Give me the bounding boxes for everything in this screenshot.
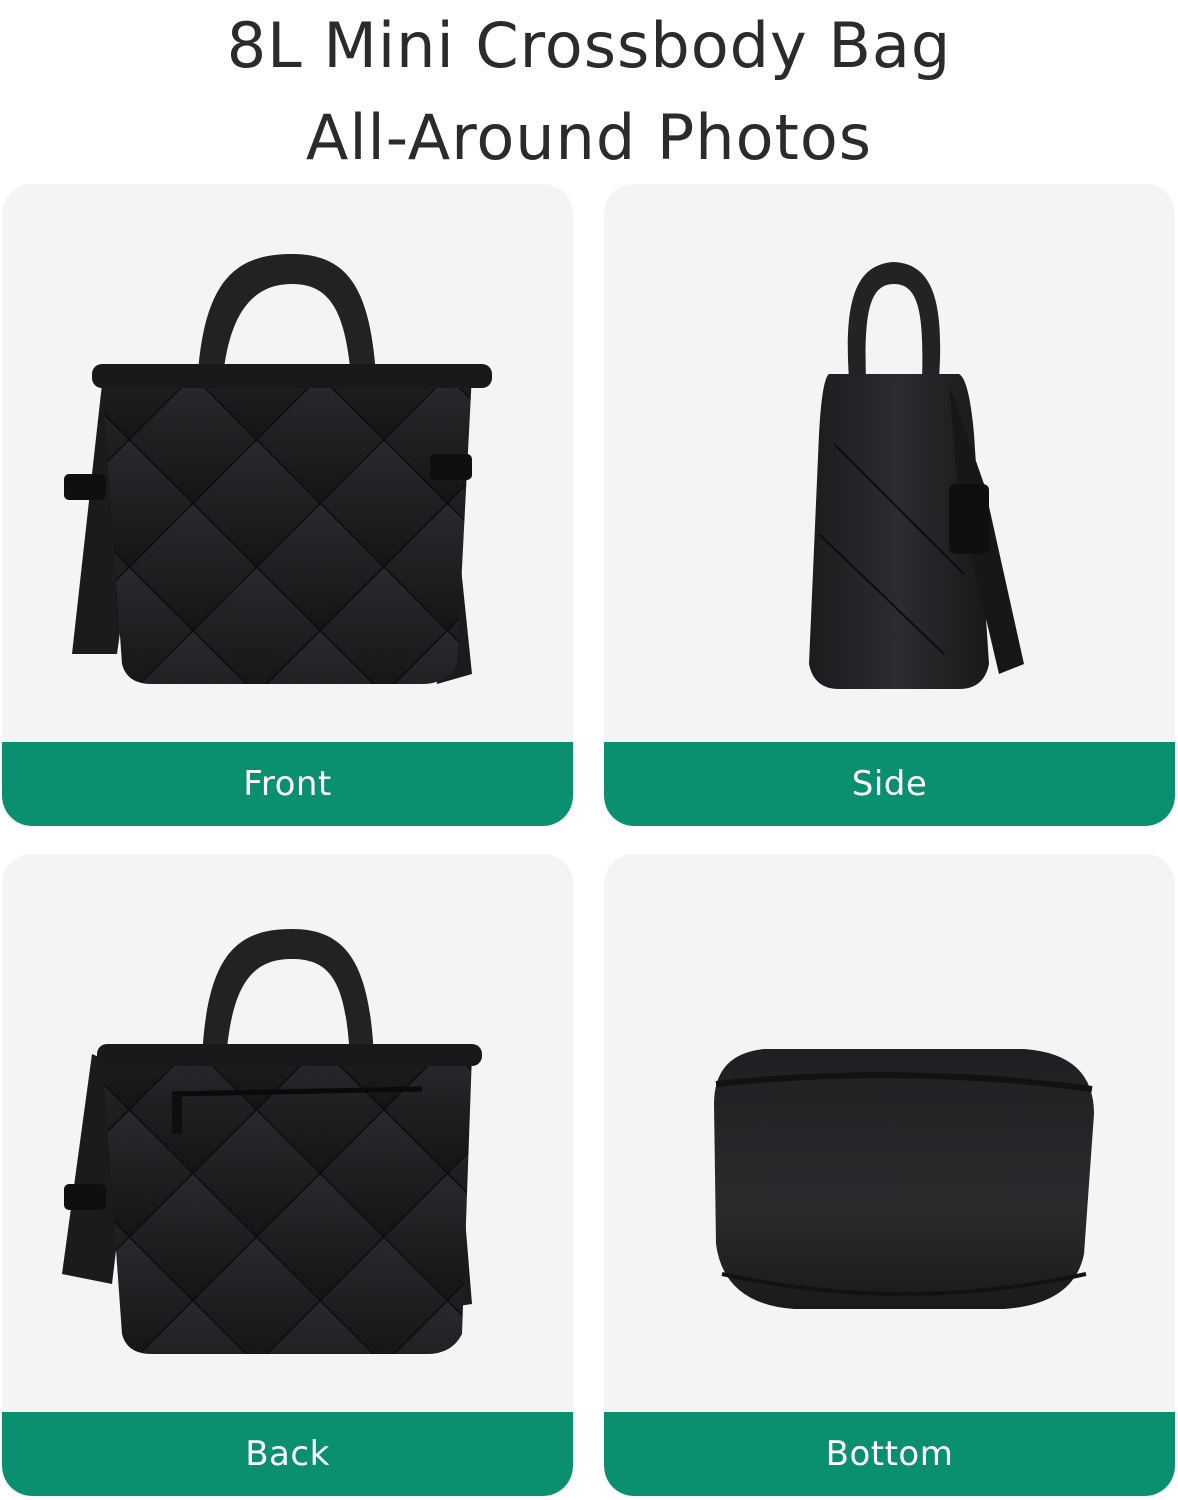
page-title: 8L Mini Crossbody Bag All-Around Photos: [0, 0, 1178, 184]
bag-back-photo: [62, 929, 482, 1354]
card-back: Back: [2, 854, 573, 1496]
title-line-1: 8L Mini Crossbody Bag: [226, 9, 952, 82]
label-side: Side: [851, 764, 928, 804]
card-bottom: Bottom: [604, 854, 1175, 1496]
bag-front-photo: [64, 254, 492, 684]
card-front: Front: [2, 184, 573, 826]
label-bar-side: Side: [604, 742, 1175, 826]
title-line-2: All-Around Photos: [305, 101, 873, 174]
label-front: Front: [243, 764, 332, 804]
card-side: Side: [604, 184, 1175, 826]
bag-side-photo: [809, 262, 1024, 689]
bag-bottom-photo: [714, 1049, 1094, 1309]
label-bar-back: Back: [2, 1412, 573, 1496]
label-bar-front: Front: [2, 742, 573, 826]
label-back: Back: [245, 1434, 330, 1474]
label-bar-bottom: Bottom: [604, 1412, 1175, 1496]
label-bottom: Bottom: [825, 1434, 954, 1474]
